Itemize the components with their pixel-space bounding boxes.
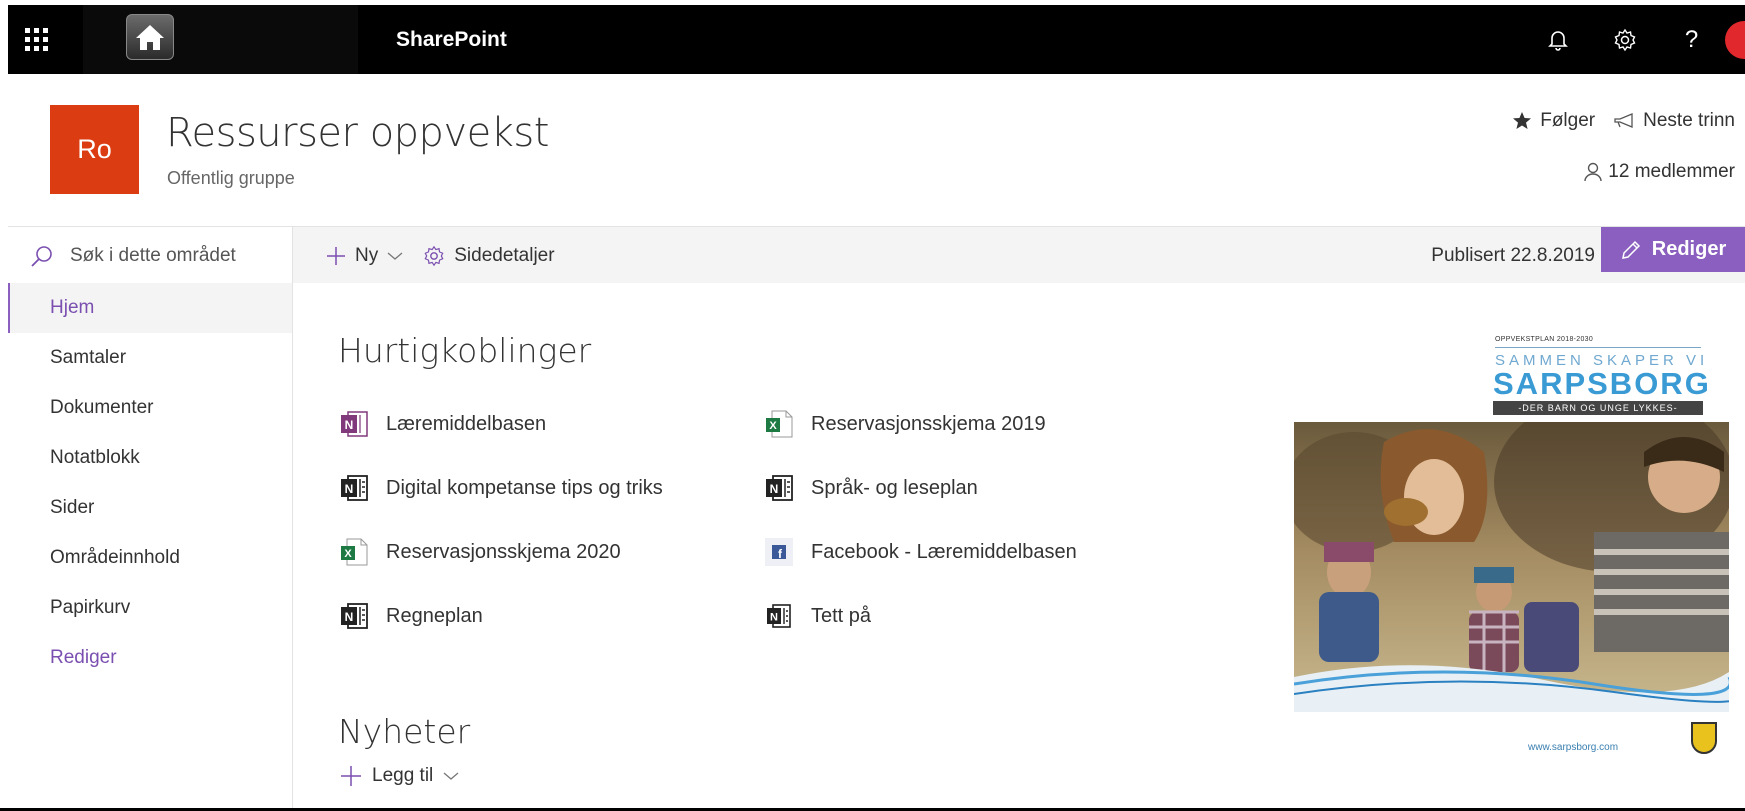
plus-icon — [341, 766, 361, 786]
onenote-icon: N — [338, 472, 370, 504]
onenote-icon: N — [763, 472, 795, 504]
new-button[interactable]: Ny — [326, 245, 403, 267]
quicklink-regneplan[interactable]: N Regneplan — [338, 596, 763, 636]
poster-divider — [1495, 347, 1701, 348]
nav-item-dokumenter[interactable]: Dokumenter — [8, 383, 292, 433]
quicklinks-grid: N Læremiddelbasen X Reservasjonsskjema 2… — [338, 404, 1168, 660]
site-title[interactable]: Ressurser oppvekst — [166, 110, 549, 156]
edit-label: Rediger — [1651, 238, 1727, 260]
onenote-icon: N — [763, 600, 795, 632]
quicklink-digital-kompetanse[interactable]: N Digital kompetanse tips og triks — [338, 468, 763, 508]
svg-text:X: X — [769, 420, 777, 432]
search-input[interactable]: Søk i dette området — [70, 245, 236, 267]
svg-text:N: N — [770, 612, 778, 624]
search-icon — [31, 245, 52, 267]
poster-city: SARPSBORG — [1493, 366, 1711, 401]
quicklink-reservasjonsskjema-2020[interactable]: X Reservasjonsskjema 2020 — [338, 532, 763, 572]
quicklink-reservasjonsskjema-2019[interactable]: X Reservasjonsskjema 2019 — [763, 404, 1168, 444]
plus-icon — [327, 246, 345, 265]
command-bar: Søk i dette området Ny Sidedetaljer Publ… — [8, 226, 1745, 284]
nav-item-papirkurv[interactable]: Papirkurv — [8, 583, 292, 633]
chevron-down-icon — [443, 772, 459, 780]
quicklink-facebook[interactable]: f Facebook - Læremiddelbasen — [763, 532, 1168, 572]
nav-item-hjem[interactable]: Hjem — [8, 283, 292, 333]
next-steps-button[interactable]: Neste trinn — [1613, 110, 1735, 132]
site-subtitle: Offentlig gruppe — [167, 168, 295, 188]
quicklink-label: Språk- og leseplan — [811, 476, 978, 499]
facebook-icon: f — [763, 536, 795, 568]
suite-title[interactable]: SharePoint — [396, 5, 507, 74]
next-steps-label: Neste trinn — [1643, 110, 1735, 131]
gear-icon — [424, 245, 444, 266]
quicklink-label: Reservasjonsskjema 2019 — [811, 412, 1046, 435]
suite-bar: SharePoint ? — [8, 5, 1745, 74]
chevron-down-icon — [387, 252, 403, 260]
members-label: 12 medlemmer — [1608, 161, 1735, 182]
poster-plan-label: OPPVEKSTPLAN 2018-2030 — [1495, 336, 1594, 343]
poster-photo — [1294, 422, 1729, 712]
quicklink-label: Facebook - Læremiddelbasen — [811, 540, 1077, 563]
app-launcher-button[interactable] — [8, 5, 65, 74]
poster-tagline-bottom: -DER BARN OG UNGE LYKKES- — [1493, 401, 1703, 415]
new-label: Ny — [355, 244, 379, 266]
svg-text:N: N — [345, 418, 354, 432]
quicklinks-heading: Hurtigkoblinger — [338, 331, 592, 370]
poster-url: www.sarpsborg.com — [1528, 742, 1619, 753]
quicklink-label: Regneplan — [386, 604, 483, 627]
poster-image[interactable]: OPPVEKSTPLAN 2018-2030 SAMMEN SKAPER VI … — [1294, 330, 1729, 754]
site-logo[interactable]: Ro — [50, 105, 139, 194]
crest-icon — [1691, 722, 1717, 754]
nav-item-samtaler[interactable]: Samtaler — [8, 333, 292, 383]
pencil-icon — [1621, 240, 1640, 259]
nav-edit-link[interactable]: Rediger — [8, 633, 292, 683]
waffle-icon — [25, 28, 48, 51]
command-actions: Ny Sidedetaljer — [326, 227, 555, 284]
bell-icon[interactable] — [1524, 5, 1591, 74]
left-navigation: Hjem Samtaler Dokumenter Notatblokk Side… — [8, 283, 293, 811]
nav-item-sider[interactable]: Sider — [8, 483, 292, 533]
news-heading: Nyheter — [338, 712, 471, 751]
quicklink-sprak-og-leseplan[interactable]: N Språk- og leseplan — [763, 468, 1168, 508]
nav-item-notatblokk[interactable]: Notatblokk — [8, 433, 292, 483]
search-box[interactable]: Søk i dette området — [8, 227, 293, 284]
edit-page-button[interactable]: Rediger — [1601, 227, 1745, 272]
svg-text:N: N — [345, 610, 354, 624]
quicklink-label: Digital kompetanse tips og triks — [386, 476, 663, 499]
follow-button[interactable]: Følger — [1512, 110, 1595, 132]
help-icon[interactable]: ? — [1658, 5, 1725, 74]
megaphone-icon — [1614, 113, 1633, 128]
quicklink-laeremiddelbasen[interactable]: N Læremiddelbasen — [338, 404, 763, 444]
svg-text:N: N — [770, 482, 779, 496]
svg-text:X: X — [344, 548, 352, 560]
quicklink-label: Tett på — [811, 604, 872, 627]
page-details-button[interactable]: Sidedetaljer — [423, 244, 555, 267]
page-details-label: Sidedetaljer — [454, 244, 555, 266]
published-status: Publisert 22.8.2019 — [1431, 245, 1595, 266]
gear-icon[interactable] — [1591, 5, 1658, 74]
quicklink-label: Reservasjonsskjema 2020 — [386, 540, 621, 563]
suite-actions: ? — [1524, 5, 1745, 74]
avatar[interactable] — [1725, 20, 1745, 59]
follow-label: Følger — [1540, 110, 1596, 131]
quicklink-label: Læremiddelbasen — [386, 412, 547, 435]
add-news-label: Legg til — [372, 765, 434, 786]
person-icon — [1584, 162, 1602, 182]
home-icon[interactable] — [126, 14, 174, 60]
nav-item-omradeinnhold[interactable]: Områdeinnhold — [8, 533, 292, 583]
excel-icon: X — [763, 408, 795, 440]
onenote-purple-icon: N — [338, 408, 370, 440]
star-icon — [1513, 112, 1532, 129]
quicklink-tett-pa[interactable]: N Tett på — [763, 596, 1168, 636]
tenant-logo-area[interactable] — [83, 5, 358, 74]
members-button[interactable]: 12 medlemmer — [1584, 161, 1735, 183]
excel-icon: X — [338, 536, 370, 568]
site-header-actions: Følger Neste trinn — [1512, 110, 1735, 132]
onenote-icon: N — [338, 600, 370, 632]
add-news-button[interactable]: Legg til — [340, 765, 459, 787]
svg-text:N: N — [345, 482, 354, 496]
